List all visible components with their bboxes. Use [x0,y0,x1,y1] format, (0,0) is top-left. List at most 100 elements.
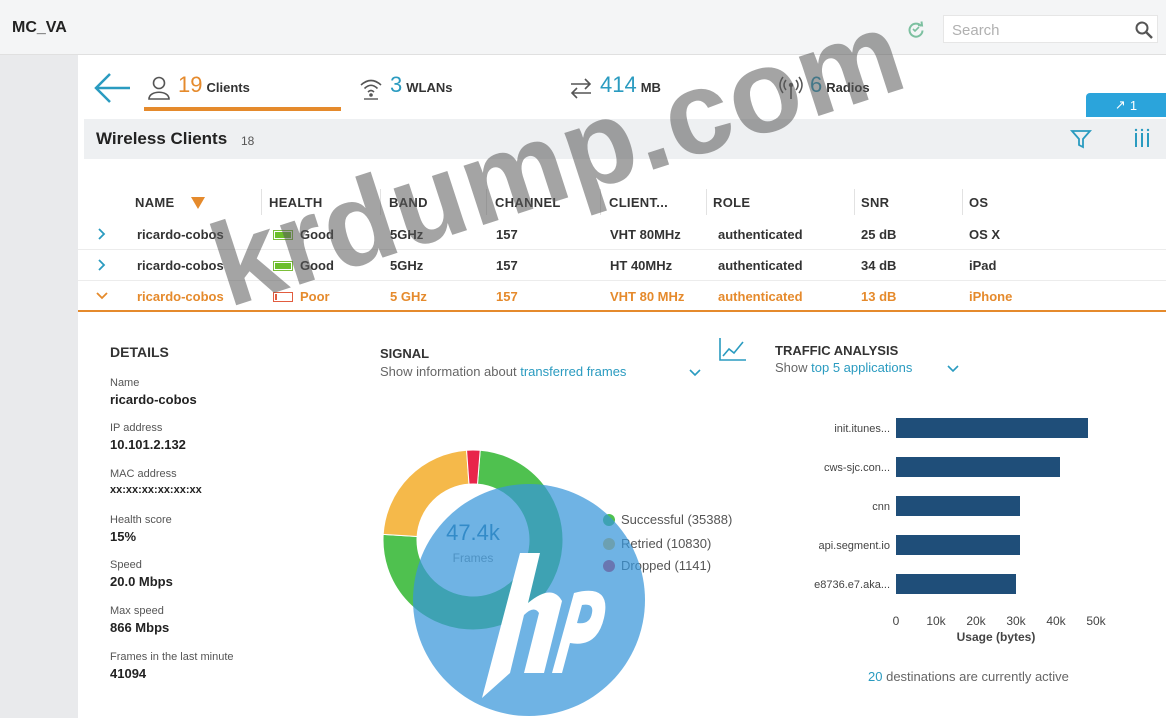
field-value: 10.101.2.132 [110,437,186,452]
cell-os: OS X [969,227,1001,242]
search-icon[interactable] [1134,20,1154,40]
traffic-subtitle: Show top 5 applications [775,360,912,375]
cell-health: Good [300,227,334,242]
cell-snr: 25 dB [861,227,897,242]
section-count: 18 [241,134,255,148]
field-label: Frames in the last minute [110,651,234,663]
donut-center-label: Frames [452,551,494,565]
radios-label: Radios [826,80,870,95]
cell-name: ricardo-cobos [137,258,224,273]
col-role[interactable]: ROLE [713,195,750,210]
table-row[interactable]: ricardo-cobos Good 5GHz 157 VHT 80MHz au… [78,219,1166,250]
legend-dot [603,559,615,572]
table-header: NAME HEALTH BAND CHANNEL CLIENT... ROLE … [78,189,1166,215]
line-chart-icon[interactable] [718,336,748,362]
field-label: Name [110,377,140,389]
table-row-selected[interactable]: ricardo-cobos Poor 5 GHz 157 VHT 80 MHz … [78,281,1166,312]
legend-label: Retried (10830) [621,536,712,551]
signal-subtitle: Show information about transferred frame… [380,364,626,379]
filter-icon[interactable] [1069,127,1093,151]
signal-subtitle-prefix: Show information about [380,364,517,379]
legend-dot [603,513,615,526]
cell-os: iPhone [969,289,1013,304]
active-tab-underline [144,107,341,111]
field-value: 866 Mbps [110,620,170,635]
col-divider [261,189,262,215]
bar-category-label: cws-sjc.con... [824,462,890,474]
chevron-down-icon[interactable] [946,364,960,374]
cell-name: ricardo-cobos [137,289,224,304]
health-bar [273,292,293,302]
chevron-right-icon[interactable] [96,228,108,240]
col-snr[interactable]: SNR [861,195,889,210]
pin-badge-count: 1 [1129,97,1138,113]
col-divider [706,189,707,215]
wireless-clients-header: Wireless Clients 18 [84,119,1166,159]
col-channel[interactable]: CHANNEL [495,195,561,210]
col-health[interactable]: HEALTH [269,195,323,210]
transfer-arrows-icon [570,78,592,99]
search-input[interactable] [952,20,1122,40]
sort-down-icon[interactable] [191,197,205,209]
back-arrow-icon[interactable] [92,68,132,108]
field-value: 20.0 Mbps [110,574,173,589]
field-label: Speed [110,559,142,571]
cell-snr: 13 dB [861,289,897,304]
main-panel: 19 Clients 3 WLANs 414 MB 6 Radios ↗ 1 W… [78,55,1166,718]
user-icon [148,76,170,100]
field-value: ricardo-cobos [110,392,197,407]
col-band[interactable]: BAND [389,195,428,210]
x-tick-label: 50k [1086,614,1106,628]
field-label: Max speed [110,605,164,617]
health-bar [273,261,293,271]
bar-category-label: cnn [872,501,890,513]
cell-band: 5 GHz [390,289,427,304]
donut-slice [466,449,481,485]
col-name[interactable]: NAME [135,195,174,210]
summary-usage[interactable]: 414 MB [568,72,661,104]
search-box[interactable] [943,15,1158,43]
summary-wlans[interactable]: 3 WLANs [358,72,452,104]
x-tick-label: 30k [1006,614,1026,628]
destinations-text: destinations are currently active [886,669,1069,684]
cell-channel: 157 [496,289,518,304]
chevron-right-icon[interactable] [96,259,108,271]
cell-role: authenticated [718,289,803,304]
usage-count: 414 [600,72,637,97]
cell-channel: 157 [496,227,518,242]
cell-health: Good [300,258,334,273]
col-divider [962,189,963,215]
col-client[interactable]: CLIENT... [609,195,668,210]
pin-icon: ↗ [1114,97,1126,112]
chevron-down-icon[interactable] [96,290,108,302]
destinations-count[interactable]: 20 [868,669,882,684]
pin-badge[interactable]: ↗ 1 [1086,93,1166,117]
x-tick-label: 0 [893,614,900,628]
cell-os: iPad [969,258,997,273]
summary-clients[interactable]: 19 Clients [146,72,250,104]
col-os[interactable]: OS [969,195,988,210]
traffic-subtitle-link[interactable]: top 5 applications [811,360,912,375]
field-label: IP address [110,422,163,434]
cell-band: 5GHz [390,227,424,242]
chevron-down-icon[interactable] [688,368,702,378]
x-tick-label: 20k [966,614,986,628]
columns-icon[interactable] [1130,127,1154,151]
wlans-label: WLANs [406,80,453,95]
field-label: Health score [110,514,172,526]
bar [896,535,1020,555]
bar [896,457,1060,477]
col-divider [380,189,381,215]
cell-client: HT 40MHz [610,258,673,273]
legend-dot [603,537,615,550]
bar [896,574,1016,594]
field-value: 41094 [110,666,147,681]
table-row[interactable]: ricardo-cobos Good 5GHz 157 HT 40MHz aut… [78,250,1166,281]
refresh-icon[interactable] [906,20,926,40]
traffic-subtitle-prefix: Show [775,360,808,375]
field-value: xx:xx:xx:xx:xx:xx [110,484,202,496]
traffic-title: TRAFFIC ANALYSIS [775,343,899,358]
cell-snr: 34 dB [861,258,897,273]
summary-radios[interactable]: 6 Radios [778,72,870,104]
signal-subtitle-link[interactable]: transferred frames [520,364,626,379]
